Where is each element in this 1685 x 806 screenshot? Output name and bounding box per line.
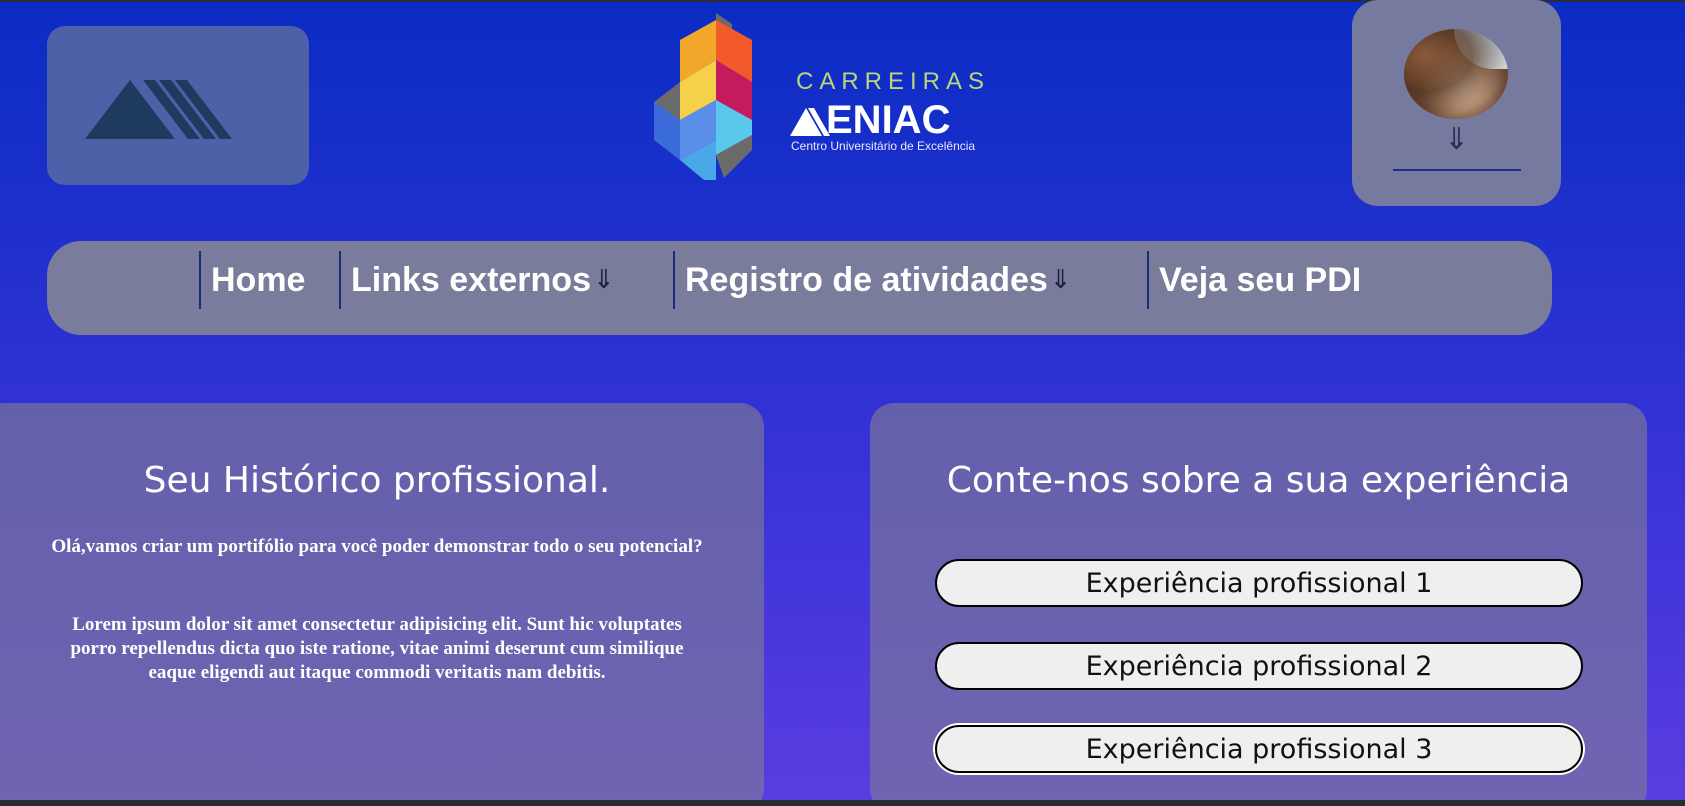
nav-pdi[interactable]: Veja seu PDI [1147, 251, 1361, 309]
nav-pdi-label: Veja seu PDI [1159, 260, 1362, 299]
nav-registro-atividades[interactable]: Registro de atividades ⇓ [673, 251, 1072, 309]
cube-logo-icon [654, 13, 752, 180]
mountain-logo-icon [85, 80, 232, 139]
nav-home-label: Home [211, 260, 306, 299]
brand-name: ENIAC [826, 98, 951, 142]
chevron-down-icon: ⇓ [1049, 265, 1072, 295]
experience-button-1[interactable]: Experiência profissional 1 [935, 559, 1583, 607]
nav-registro-atividades-label: Registro de atividades [685, 260, 1048, 299]
experience-title: Conte-nos sobre a sua experiência [946, 460, 1571, 501]
eniac-triangle-icon [790, 108, 830, 136]
history-body: Lorem ipsum dolor sit amet consectetur a… [70, 614, 684, 683]
nav-links-externos-label: Links externos [351, 260, 591, 299]
chevron-down-icon: ⇓ [592, 265, 615, 295]
company-logo-box[interactable] [47, 26, 309, 185]
brand-title: CARREIRAS [796, 68, 991, 95]
avatar-hair [1404, 29, 1508, 119]
profile-menu[interactable]: ⇓ [1352, 0, 1561, 206]
bottom-border [0, 800, 1685, 806]
history-title: Seu Histórico profissional. [143, 460, 611, 501]
experience-button-3[interactable]: Experiência profissional 3 [935, 725, 1583, 773]
experience-button-2[interactable]: Experiência profissional 2 [935, 642, 1583, 690]
history-intro: Olá,vamos criar um portifólio para você … [51, 536, 703, 557]
nav-links-externos[interactable]: Links externos ⇓ [339, 251, 615, 309]
brand-subtitle: Centro Universitário de Excelência [791, 139, 976, 153]
main-navbar: Home Links externos ⇓ Registro de ativid… [47, 241, 1552, 335]
profile-dropdown-arrow-icon[interactable]: ⇓ [1444, 122, 1469, 157]
nav-home[interactable]: Home [199, 251, 305, 309]
profile-divider [1393, 169, 1521, 171]
avatar[interactable] [1404, 29, 1508, 119]
